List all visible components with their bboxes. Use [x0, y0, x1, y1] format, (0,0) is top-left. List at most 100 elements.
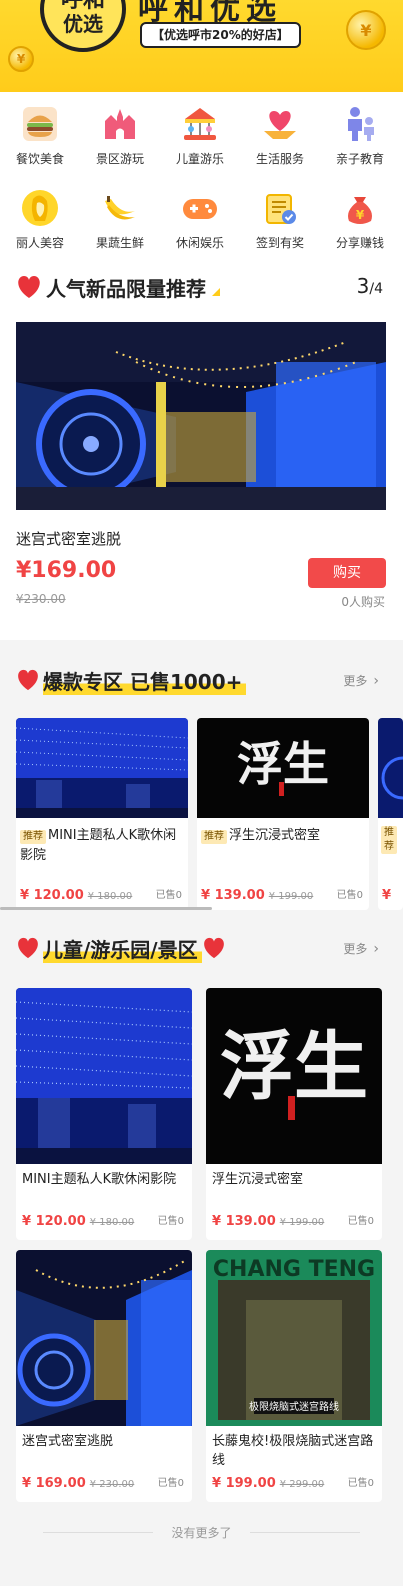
checkin-icon [260, 188, 300, 228]
category-grid: 餐饮美食 景区游玩 儿童游乐 生活服务 亲子教育 丽人美容 果蔬生鲜 休闲娱乐 … [0, 92, 403, 262]
product-card[interactable]: 浮生 浮生沉浸式密室 ¥ 139.00 ¥ 199.00 已售0 [206, 988, 382, 1240]
logo-text-top: 呼和 [60, 0, 105, 13]
family-icon [340, 104, 380, 144]
product-old-price: ¥ 199.00 [268, 891, 314, 902]
banner-slogan: 【优选呼市20%的好店】 [140, 22, 301, 48]
recommend-tag: 推荐 [201, 830, 227, 844]
burger-icon [20, 104, 60, 144]
product-price: ¥ 139.00 [212, 1214, 276, 1229]
product-title: 推荐 MINI主题私人K歌休闲影院 [16, 818, 188, 870]
price-row: ¥ 120.00 ¥ 180.00 已售0 [22, 1210, 186, 1232]
product-thumbnail: 浮生 [197, 718, 369, 818]
category-entertainment[interactable]: 休闲娱乐 [160, 188, 240, 251]
category-checkin[interactable]: 签到有奖 [240, 188, 320, 251]
product-title: 迷宫式密室逃脱 [22, 1434, 114, 1449]
gamepad-icon [180, 188, 220, 228]
chevron-right-icon: › [373, 940, 379, 957]
no-more-text: 没有更多了 [171, 1525, 232, 1540]
chevron-right-icon: › [373, 672, 379, 689]
sold-count: 已售0 [336, 890, 363, 901]
carousel-pager: 3/4 [357, 274, 383, 298]
product-card[interactable]: 迷宫式密室逃脱 ¥ 169.00 ¥ 230.00 已售0 [16, 1250, 192, 1502]
coin-icon: ¥ [346, 10, 386, 50]
more-label: 更多 [343, 674, 368, 688]
horizontal-scrollbar[interactable] [0, 907, 212, 910]
product-thumbnail: CHANG TENG 极限烧脑式迷宫路线 [206, 1250, 382, 1426]
section-title: 人气新品限量推荐 [46, 276, 206, 301]
product-card[interactable]: MINI主题私人K歌休闲影院 ¥ 120.00 ¥ 180.00 已售0 [16, 988, 192, 1240]
sold-count: 已售0 [347, 1216, 374, 1227]
heart-icon [18, 276, 40, 298]
product-old-price: ¥ 299.00 [279, 1479, 325, 1490]
heart-hands-icon [260, 104, 300, 144]
product-thumbnail: 浮生 [206, 988, 382, 1164]
category-share-earn[interactable]: ¥ 分享赚钱 [320, 188, 400, 251]
recommend-tag: 推荐 [381, 826, 397, 854]
category-food[interactable]: 餐饮美食 [0, 104, 80, 167]
price-row: ¥ 169.00 ¥ 230.00 已售0 [22, 1472, 186, 1494]
sold-count: 0人购买 [341, 595, 385, 609]
product-price: ¥ 120.00 [20, 888, 84, 903]
product-thumbnail [16, 988, 192, 1164]
price-row: ¥ 120.00 ¥ 180.00 已售0 [20, 884, 184, 903]
product-old-price: ¥ 180.00 [87, 891, 133, 902]
product-old-price: ¥ 199.00 [279, 1217, 325, 1228]
divider [249, 1531, 360, 1533]
more-label: 更多 [343, 942, 368, 956]
section-title: 爆款专区 已售1000+ [43, 665, 247, 695]
sold-count: 已售0 [347, 1478, 374, 1489]
heart-icon [203, 937, 224, 959]
svg-text:¥: ¥ [356, 208, 365, 222]
brand-logo: 呼和 优选 [40, 0, 126, 52]
product-image[interactable] [16, 322, 386, 510]
category-fruit[interactable]: 果蔬生鲜 [80, 188, 160, 251]
money-bag-icon: ¥ [340, 188, 380, 228]
buy-button[interactable]: 购买 [308, 558, 386, 588]
sold-count: 已售0 [157, 1478, 184, 1489]
product-title: 浮生沉浸式密室 [212, 1172, 304, 1187]
chang-teng-banner: 极限烧脑式迷宫路线 [249, 1400, 339, 1413]
sold-count: 已售0 [155, 890, 182, 901]
hot-new-section: 人气新品限量推荐 3/4 迷宫式密室逃脱 ¥169.00 ¥230.00 购买 … [0, 262, 403, 640]
list-end-indicator: 没有更多了 [0, 1522, 403, 1542]
coin-icon: ¥ [8, 46, 34, 72]
price-row: ¥ 139.00 ¥ 199.00 已售0 [212, 1210, 376, 1232]
sold-count: 已售0 [157, 1216, 184, 1227]
category-label: 分享赚钱 [335, 236, 384, 250]
more-link[interactable]: 更多 › [343, 940, 379, 957]
castle-icon [100, 104, 140, 144]
product-card-partial[interactable]: 推荐 ¥ [378, 718, 403, 910]
category-scenic[interactable]: 景区游玩 [80, 104, 160, 167]
category-label: 景区游玩 [95, 152, 144, 166]
price-row: ¥ 139.00 ¥ 199.00 已售0 [201, 884, 365, 903]
heart-icon [18, 937, 38, 959]
category-label: 生活服务 [255, 152, 304, 166]
woman-icon [20, 188, 60, 228]
more-link[interactable]: 更多 › [343, 672, 379, 689]
product-card[interactable]: 浮生 推荐 浮生沉浸式密室 ¥ 139.00 ¥ 199.00 已售0 [197, 718, 369, 910]
section-title: 儿童/游乐园/景区 [43, 933, 202, 963]
product-title-text: 浮生沉浸式密室 [229, 828, 321, 843]
category-beauty[interactable]: 丽人美容 [0, 188, 80, 251]
chang-teng-title: CHANG TENG [213, 1257, 375, 1282]
section-header: 儿童/游乐园/景区 [16, 933, 226, 963]
product-title: 推荐 [378, 818, 403, 870]
pager-current: 3 [356, 274, 370, 298]
product-thumbnail [16, 1250, 192, 1426]
product-title: 推荐 浮生沉浸式密室 [197, 818, 369, 870]
product-card[interactable]: 推荐 MINI主题私人K歌休闲影院 ¥ 120.00 ¥ 180.00 已售0 [16, 718, 188, 910]
product-price: ¥ 199.00 [212, 1476, 276, 1491]
recommend-tag: 推荐 [20, 830, 46, 844]
category-kids[interactable]: 儿童游乐 [160, 104, 240, 167]
decor-triangle [212, 288, 220, 296]
product-price: ¥ [382, 888, 392, 903]
category-parenting[interactable]: 亲子教育 [320, 104, 400, 167]
divider [43, 1531, 154, 1533]
category-life-service[interactable]: 生活服务 [240, 104, 320, 167]
product-name[interactable]: 迷宫式密室逃脱 [16, 528, 121, 549]
logo-text-bottom: 优选 [63, 12, 103, 36]
category-label: 亲子教育 [335, 152, 384, 166]
top-banner[interactable]: 呼和 优选 呼和优选 【优选呼市20%的好店】 ¥ ¥ [0, 0, 403, 92]
product-price: ¥169.00 [16, 558, 117, 583]
product-card[interactable]: CHANG TENG 极限烧脑式迷宫路线 长藤鬼校!极限烧脑式迷宫路线 ¥ 19… [206, 1250, 382, 1502]
